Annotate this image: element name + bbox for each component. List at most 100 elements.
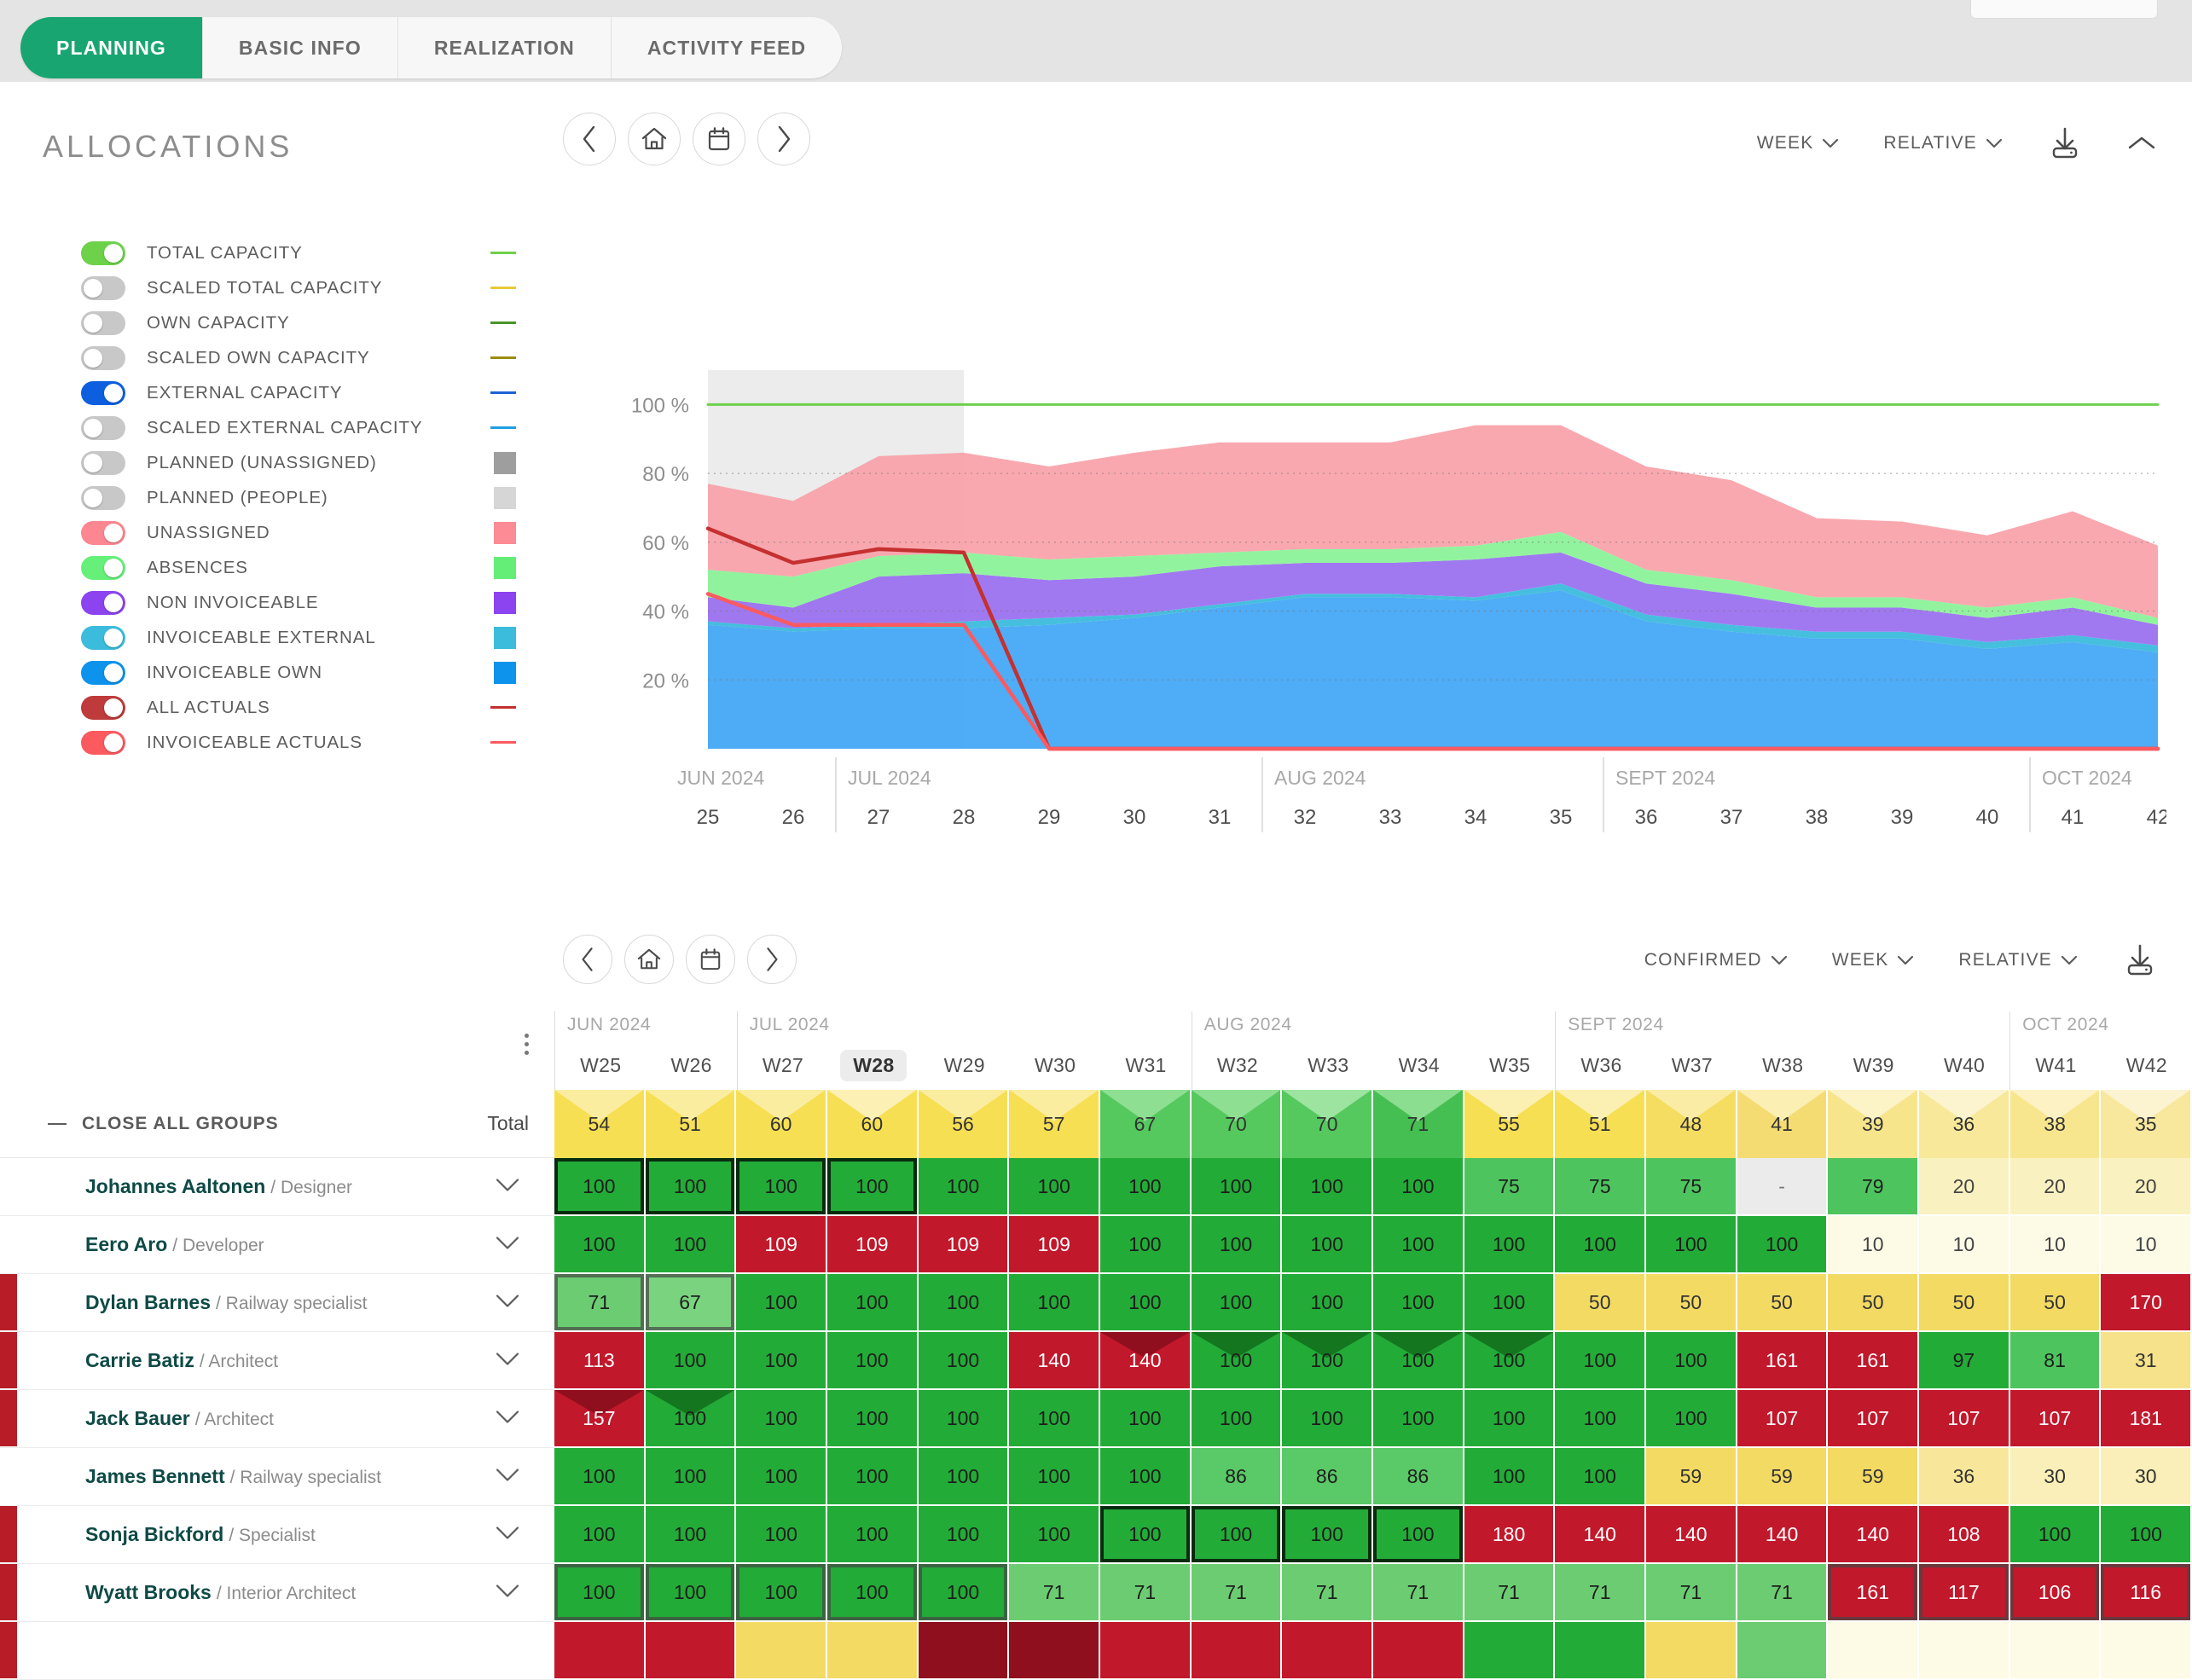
allocation-cell[interactable]: 31 [2101,1332,2192,1390]
allocation-cell[interactable]: 140 [1646,1506,1737,1564]
allocation-cell[interactable]: 59 [1646,1448,1737,1506]
allocation-cell[interactable]: 157 [554,1390,646,1448]
table-prev-button[interactable] [563,935,612,984]
allocation-cell[interactable]: 86 [1191,1448,1283,1506]
allocation-cell[interactable]: 10 [2101,1216,2192,1274]
week-label[interactable]: W32 [1204,1050,1271,1081]
allocation-cell[interactable]: 100 [918,1448,1010,1506]
allocation-cell[interactable]: 100 [1282,1332,1374,1390]
allocation-cell[interactable]: 117 [1919,1564,2010,1622]
allocation-cell[interactable]: 100 [2101,1506,2192,1564]
allocation-cell[interactable]: 100 [1100,1448,1192,1506]
allocation-cell[interactable]: 100 [1191,1158,1283,1216]
allocation-cell[interactable]: 100 [554,1506,646,1564]
table-row-person[interactable]: Jack Bauer / Architect [0,1390,554,1448]
allocation-cell[interactable]: 116 [2101,1564,2192,1622]
table-calendar-button[interactable] [686,935,735,984]
legend-toggle-total-capacity[interactable] [81,240,125,265]
allocation-cell[interactable]: 181 [2101,1390,2192,1448]
legend-toggle-scaled-total-capacity[interactable] [81,275,125,300]
allocation-cell[interactable]: 71 [1646,1564,1737,1622]
allocation-cell[interactable]: 108 [1919,1506,2010,1564]
table-row-person[interactable]: James Bennett / Railway specialist [0,1448,554,1506]
allocation-cell[interactable]: 71 [1282,1564,1374,1622]
allocation-cell[interactable]: 100 [554,1448,646,1506]
allocation-cell[interactable]: 100 [1373,1506,1464,1564]
allocation-cell[interactable]: 100 [736,1448,828,1506]
allocation-cell[interactable]: 100 [827,1332,919,1390]
row-expand-chevron-down-icon[interactable] [495,1409,520,1428]
allocation-cell[interactable]: 100 [827,1158,919,1216]
allocation-cell[interactable]: 100 [918,1506,1010,1564]
allocation-cell[interactable]: 100 [1373,1274,1464,1332]
allocation-cell[interactable]: 107 [1737,1390,1829,1448]
row-expand-chevron-down-icon[interactable] [495,1583,520,1602]
close-all-groups-button[interactable]: CLOSE ALL GROUPS [48,1114,279,1134]
legend-toggle-non-invoiceable[interactable] [81,590,125,615]
allocation-cell[interactable]: 100 [736,1390,828,1448]
week-label[interactable]: W31 [1112,1050,1179,1081]
allocation-cell[interactable]: 100 [1100,1390,1192,1448]
allocation-cell[interactable] [1009,1622,1101,1680]
week-label[interactable]: W42 [2114,1050,2180,1081]
allocation-cell[interactable] [1373,1622,1464,1680]
allocation-cell[interactable]: 100 [1464,1216,1556,1274]
allocation-cell[interactable]: 79 [1828,1158,1920,1216]
allocation-cell[interactable]: 100 [1373,1158,1464,1216]
legend-toggle-invoiceable-external[interactable] [81,625,125,650]
allocation-cell[interactable]: 100 [827,1564,919,1622]
allocation-cell[interactable]: 100 [1464,1332,1556,1390]
allocation-cell[interactable]: 140 [1009,1332,1101,1390]
allocation-cell[interactable]: 50 [1919,1274,2010,1332]
tab-activity-feed[interactable]: ACTIVITY FEED [611,17,843,78]
week-label[interactable]: W27 [750,1050,816,1081]
allocation-cell[interactable]: 161 [1737,1332,1829,1390]
allocation-cell[interactable]: 100 [1373,1332,1464,1390]
week-label[interactable]: W26 [658,1050,724,1081]
allocation-cell[interactable]: 100 [918,1274,1010,1332]
allocation-cell[interactable]: 81 [2009,1332,2102,1390]
allocation-cell[interactable]: 100 [1464,1448,1556,1506]
allocation-cell[interactable]: 100 [1191,1332,1283,1390]
allocation-cell[interactable]: 100 [827,1448,919,1506]
allocation-cell[interactable]: 100 [645,1506,737,1564]
row-expand-chevron-down-icon[interactable] [495,1467,520,1486]
allocation-cell[interactable]: 107 [1919,1390,2010,1448]
allocation-cell[interactable]: 71 [1009,1564,1101,1622]
week-label[interactable]: W29 [931,1050,998,1081]
allocation-cell[interactable]: 30 [2101,1448,2192,1506]
week-label[interactable]: W40 [1931,1050,1998,1081]
week-label[interactable]: W37 [1659,1050,1725,1081]
allocation-cell[interactable]: 100 [827,1390,919,1448]
allocation-cell[interactable]: 140 [1100,1332,1192,1390]
allocation-cell[interactable]: 100 [918,1332,1010,1390]
allocation-cell[interactable]: 100 [1282,1506,1374,1564]
table-home-button[interactable] [624,935,674,984]
allocation-cell[interactable] [1828,1622,1920,1680]
allocation-cell[interactable]: 100 [645,1216,737,1274]
row-expand-chevron-down-icon[interactable] [495,1177,520,1196]
allocation-cell[interactable]: 59 [1828,1448,1920,1506]
allocation-cell[interactable]: 100 [1009,1158,1101,1216]
week-label[interactable]: W41 [2022,1050,2089,1081]
allocation-cell[interactable]: 100 [645,1390,737,1448]
allocation-cell[interactable]: 71 [1555,1564,1647,1622]
allocation-cell[interactable]: 100 [1009,1274,1101,1332]
allocation-cell[interactable]: 100 [736,1564,828,1622]
chart-collapse-button[interactable] [2127,135,2156,152]
allocation-cell[interactable]: - [1737,1158,1829,1216]
allocation-cell[interactable] [2009,1622,2102,1680]
allocation-cell[interactable]: 140 [1555,1506,1647,1564]
allocation-cell[interactable] [1100,1622,1192,1680]
allocation-cell[interactable]: 100 [1191,1274,1283,1332]
week-label[interactable]: W35 [1476,1050,1543,1081]
allocation-cell[interactable]: 100 [1009,1448,1101,1506]
allocation-cell[interactable]: 100 [1646,1216,1737,1274]
week-label[interactable]: W38 [1749,1050,1816,1081]
chart-download-button[interactable] [2047,126,2083,160]
chart-granularity-dropdown[interactable]: WEEK [1757,133,1840,154]
allocation-cell[interactable]: 100 [1100,1506,1192,1564]
legend-toggle-all-actuals[interactable] [81,695,125,720]
allocation-cell[interactable]: 140 [1737,1506,1829,1564]
week-label[interactable]: W39 [1841,1050,1907,1081]
